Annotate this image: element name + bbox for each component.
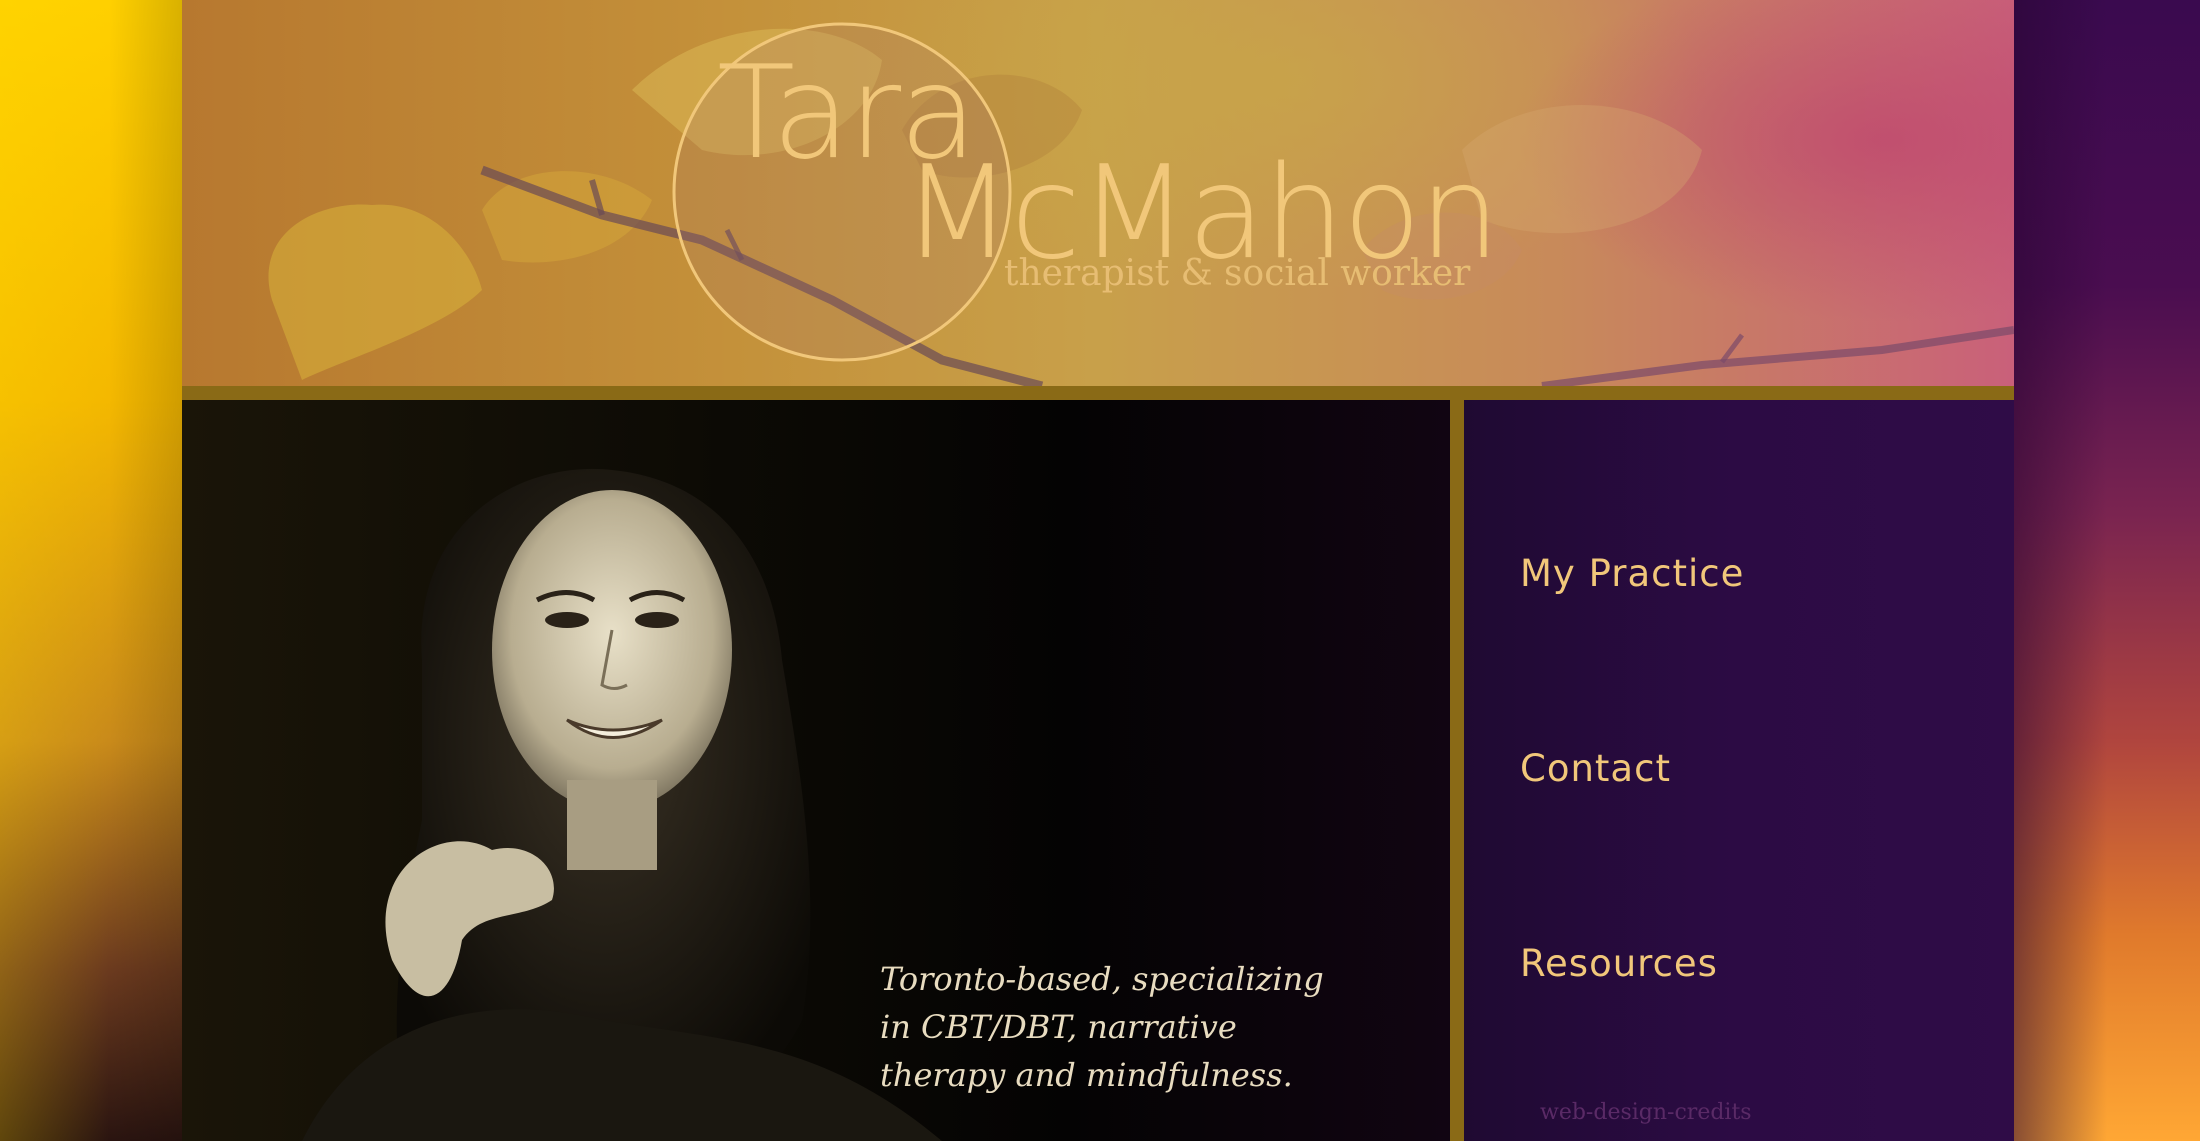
header-divider <box>182 386 2014 400</box>
nav-link-my-practice[interactable]: My Practice <box>1520 552 1744 595</box>
backdrop-left <box>0 0 182 1141</box>
vertical-divider <box>1450 400 1464 1141</box>
backdrop-right <box>2014 0 2200 1141</box>
nav-link-contact[interactable]: Contact <box>1520 747 1671 790</box>
web-design-credits-link[interactable]: web-design-credits <box>1540 1100 1752 1125</box>
hero-photo-panel: Toronto-based, specializing in CBT/DBT, … <box>182 400 1450 1141</box>
header-banner: Tara McMahon therapist & social worker <box>182 0 2014 386</box>
hero-tagline: Toronto-based, specializing in CBT/DBT, … <box>880 960 1324 1094</box>
nav-link-resources[interactable]: Resources <box>1520 942 1718 985</box>
logo-subtitle: therapist & social worker <box>1004 253 1471 294</box>
